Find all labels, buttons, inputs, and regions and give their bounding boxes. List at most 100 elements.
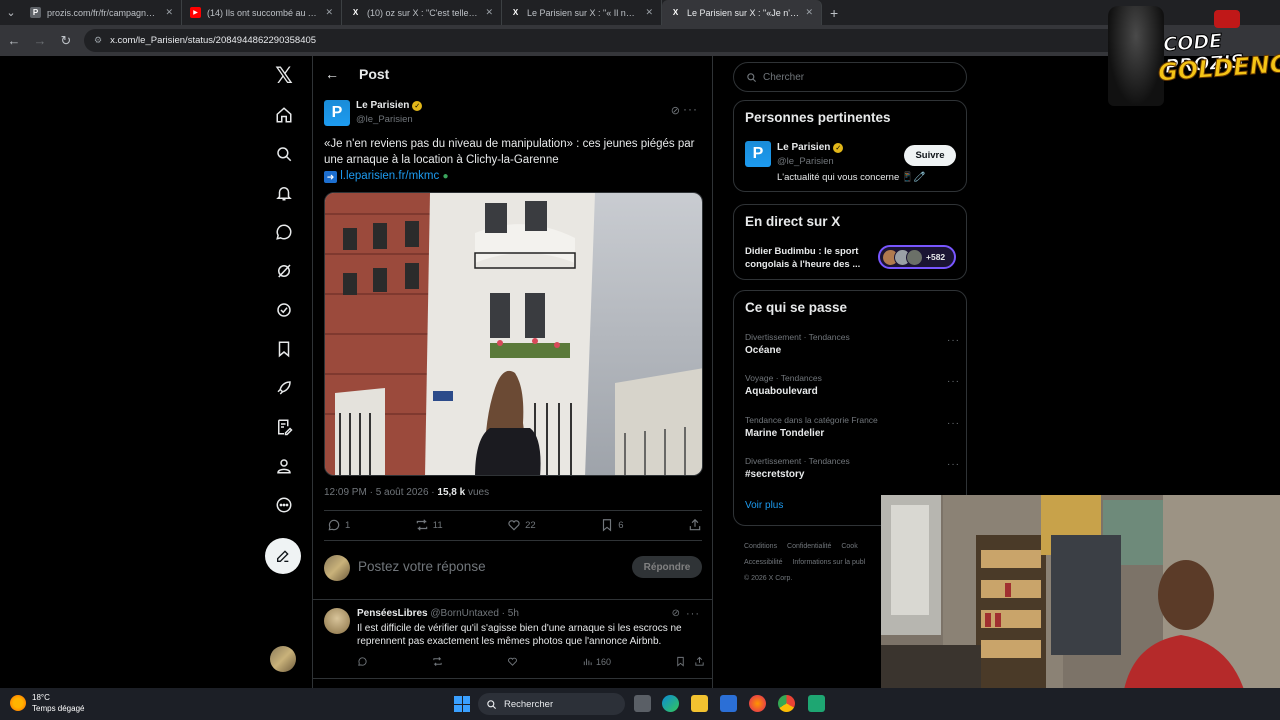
relevant-name[interactable]: Le Parisien xyxy=(777,142,830,153)
weather-widget[interactable]: 18°C Temps dégagé xyxy=(10,692,84,714)
reply-input[interactable]: Postez votre réponse xyxy=(358,559,486,574)
relevant-avatar[interactable]: P xyxy=(745,141,771,167)
grok-icon[interactable] xyxy=(266,253,302,289)
x-logo-icon[interactable]: 𝕏 xyxy=(266,58,302,94)
reply-button[interactable]: 1 xyxy=(327,518,350,532)
site-info-icon[interactable]: ⚙ xyxy=(94,35,102,46)
like-button[interactable]: 22 xyxy=(507,518,536,532)
more-options-icon[interactable]: ··· xyxy=(947,376,960,387)
browser-tab-0[interactable]: P prozis.com/fr/fr/campagne/74i ✕ xyxy=(22,0,182,25)
profile-icon[interactable] xyxy=(266,448,302,484)
home-icon[interactable] xyxy=(266,97,302,133)
post-actions: 1 11 22 6 xyxy=(327,518,702,532)
more-options-icon[interactable]: ··· xyxy=(683,102,698,116)
share-icon[interactable] xyxy=(694,656,705,667)
firefox-icon[interactable] xyxy=(749,695,766,712)
repost-button[interactable]: 11 xyxy=(415,518,443,532)
trend-item[interactable]: Divertissement · Tendances #secretstory … xyxy=(745,456,960,480)
footer-link[interactable]: Conditions xyxy=(744,543,777,550)
author-avatar[interactable]: P xyxy=(324,100,350,126)
grok-icon[interactable]: ⊘ xyxy=(672,608,680,619)
bookmark-icon[interactable] xyxy=(675,656,686,667)
address-bar[interactable]: ⚙ x.com/le_Parisien/status/2084944862290… xyxy=(84,29,1144,52)
footer-link[interactable]: Informations sur la publ xyxy=(792,559,865,566)
grok-icon[interactable]: ⊘ xyxy=(671,104,680,117)
tab-title: Le Parisien sur X : "«Je n'en revi xyxy=(687,7,800,18)
chrome-icon[interactable] xyxy=(778,695,795,712)
bookmark-icon[interactable] xyxy=(266,331,302,367)
search-icon[interactable] xyxy=(266,136,302,172)
comment-views[interactable]: 160 xyxy=(582,656,611,667)
author-name[interactable]: Le Parisien xyxy=(356,100,409,111)
tab-close-icon[interactable]: ✕ xyxy=(805,7,813,18)
footer-link[interactable]: Cook xyxy=(841,543,857,550)
reply-submit-button[interactable]: Répondre xyxy=(632,556,702,578)
more-options-icon[interactable]: ··· xyxy=(686,608,700,620)
more-circle-icon[interactable] xyxy=(266,487,302,523)
more-options-icon[interactable]: ··· xyxy=(947,459,960,470)
commenter-name[interactable]: PenséesLibres xyxy=(357,608,428,619)
repost-icon xyxy=(416,519,428,531)
store-icon[interactable] xyxy=(720,695,737,712)
post-time[interactable]: 12:09 PM · 5 août 2026 · xyxy=(324,487,437,498)
compose-post-button[interactable] xyxy=(265,538,301,574)
tab-search-menu[interactable]: ⌄ xyxy=(0,0,22,25)
live-space-title[interactable]: Didier Budimbu : le sport congolais à l'… xyxy=(745,245,873,271)
author-handle[interactable]: @le_Parisien xyxy=(356,114,413,125)
browser-tab-4[interactable]: X Le Parisien sur X : "«Je n'en revi ✕ xyxy=(662,0,822,25)
views-chart-icon xyxy=(583,658,592,666)
edge-icon[interactable] xyxy=(662,695,679,712)
reload-icon[interactable]: ↻ xyxy=(58,33,74,49)
tab-close-icon[interactable]: ✕ xyxy=(325,7,333,18)
repost-count: 11 xyxy=(432,519,443,531)
articles-icon[interactable] xyxy=(266,409,302,445)
back-arrow-icon[interactable]: ← xyxy=(6,33,22,48)
more-options-icon[interactable]: ··· xyxy=(947,418,960,429)
tab-close-icon[interactable]: ✕ xyxy=(485,7,493,18)
browser-tab-1[interactable]: ▶ (14) Ils ont succombé au Air fry ✕ xyxy=(182,0,342,25)
stream-brand-logo: CODE PROZIS GOLDENG xyxy=(1108,2,1280,110)
new-tab-button[interactable]: + xyxy=(822,5,838,21)
search-input[interactable]: Chercher xyxy=(733,62,967,92)
post-views-count: 15,8 k xyxy=(437,487,466,498)
trend-category: Divertissement · Tendances xyxy=(745,332,850,342)
listener-avatar xyxy=(906,248,923,266)
account-avatar[interactable] xyxy=(270,646,296,672)
taskbar-search[interactable]: Rechercher xyxy=(478,693,625,715)
bookmark-count: 6 xyxy=(618,519,624,531)
trend-item[interactable]: Tendance dans la catégorie France Marine… xyxy=(745,415,960,439)
forward-arrow-icon[interactable]: → xyxy=(32,33,48,48)
trend-item[interactable]: Voyage · Tendances Aquaboulevard ··· xyxy=(745,373,960,397)
follow-button[interactable]: Suivre xyxy=(904,145,956,166)
tab-close-icon[interactable]: ✕ xyxy=(645,7,653,18)
heart-icon[interactable] xyxy=(507,656,518,667)
rocket-icon[interactable] xyxy=(266,370,302,406)
file-explorer-icon[interactable] xyxy=(691,695,708,712)
windows-start-icon[interactable] xyxy=(454,696,470,712)
repost-icon[interactable] xyxy=(432,656,443,667)
task-view-icon[interactable] xyxy=(634,695,651,712)
post-link[interactable]: l.leparisien.fr/mkmc xyxy=(340,170,439,182)
relevant-bio: L'actualité qui vous concerne 📱🧷 xyxy=(777,172,926,183)
browser-tab-3[interactable]: X Le Parisien sur X : "« Il nous l'a ✕ xyxy=(502,0,662,25)
see-more-link[interactable]: Voir plus xyxy=(745,500,783,511)
live-listeners-pill[interactable]: +582 xyxy=(878,245,956,269)
browser-tab-2[interactable]: X (10) oz sur X : "C'est tellement ✕ xyxy=(342,0,502,25)
more-options-icon[interactable]: ··· xyxy=(947,335,960,346)
tab-title: (10) oz sur X : "C'est tellement xyxy=(367,7,480,18)
messages-icon[interactable] xyxy=(266,214,302,250)
footer-link[interactable]: Accessibilité xyxy=(744,559,783,566)
verified-check-icon[interactable] xyxy=(266,292,302,328)
panel-title: En direct sur X xyxy=(745,214,841,229)
commenter-avatar[interactable] xyxy=(324,608,350,634)
app-icon[interactable] xyxy=(808,695,825,712)
share-button[interactable] xyxy=(688,518,702,532)
reply-icon[interactable] xyxy=(357,656,368,667)
footer-link[interactable]: Confidentialité xyxy=(787,543,831,550)
bell-icon[interactable] xyxy=(266,175,302,211)
post-image[interactable] xyxy=(324,192,703,476)
trend-item[interactable]: Divertissement · Tendances Océane ··· xyxy=(745,332,960,356)
tab-close-icon[interactable]: ✕ xyxy=(165,7,173,18)
bookmark-button[interactable]: 6 xyxy=(600,518,624,532)
back-arrow-icon[interactable]: ← xyxy=(325,66,339,82)
